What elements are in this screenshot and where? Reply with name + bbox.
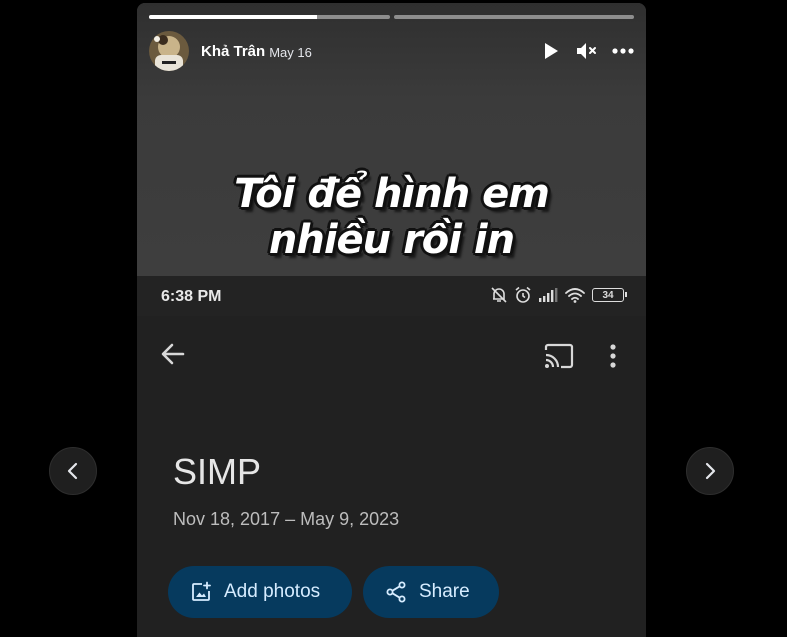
- cell-signal-icon: [539, 288, 558, 302]
- avatar-image: [149, 31, 189, 71]
- back-arrow-icon: [161, 343, 185, 365]
- album-title: SIMP: [173, 451, 262, 492]
- story-controls: [540, 40, 634, 62]
- play-icon: [545, 43, 558, 59]
- back-button[interactable]: [159, 340, 187, 368]
- play-button[interactable]: [540, 40, 562, 62]
- share-icon: [386, 581, 406, 603]
- story-card[interactable]: Khả Trân May 16 Tôi để hình em nhiều rồi…: [137, 3, 646, 637]
- mute-button[interactable]: [576, 40, 598, 62]
- cast-icon: [544, 343, 574, 369]
- phone-screenshot: 6:38 PM 34 SIMP Nov 18, 2017 – May 9, 20…: [137, 276, 646, 637]
- more-vertical-icon: [610, 344, 616, 368]
- chevron-left-icon: [67, 462, 78, 480]
- post-date: May 16: [269, 44, 312, 60]
- progress-segment: [149, 15, 390, 19]
- album-date-range: Nov 18, 2017 – May 9, 2023: [173, 509, 400, 529]
- battery-indicator: 34: [592, 288, 627, 302]
- status-icons: 34: [490, 286, 627, 304]
- story-progress: [149, 15, 634, 19]
- more-options-button[interactable]: [612, 40, 634, 62]
- share-label: Share: [419, 581, 470, 602]
- add-photos-button[interactable]: Add photos: [168, 566, 352, 618]
- progress-fill: [149, 15, 318, 19]
- share-button[interactable]: Share: [363, 566, 499, 618]
- album-menu-button[interactable]: [603, 342, 623, 370]
- next-story-button[interactable]: [686, 447, 734, 495]
- caption-line: nhiều rồi in: [268, 217, 515, 263]
- previous-story-button[interactable]: [49, 447, 97, 495]
- status-time: 6:38 PM: [161, 288, 222, 305]
- alarm-icon: [515, 286, 531, 303]
- add-photo-icon: [192, 581, 211, 601]
- author-name[interactable]: Khả Trân: [201, 43, 265, 60]
- add-photos-label: Add photos: [224, 581, 321, 602]
- battery-tip: [625, 292, 627, 297]
- avatar[interactable]: [149, 31, 189, 71]
- story-header: Khả Trân May 16: [149, 30, 634, 72]
- muted-speaker-icon: [577, 43, 596, 59]
- notifications-off-icon: [491, 287, 507, 303]
- story-caption: Tôi để hình em nhiều rồi in: [137, 171, 646, 263]
- wifi-icon: [565, 288, 585, 303]
- album-app-bar: [137, 316, 646, 392]
- caption-line: Tôi để hình em: [234, 171, 550, 217]
- more-horizontal-icon: [612, 48, 634, 54]
- battery-level: 34: [602, 289, 614, 301]
- story-viewer: Khả Trân May 16 Tôi để hình em nhiều rồi…: [0, 0, 787, 637]
- phone-status-bar: 6:38 PM 34: [137, 276, 646, 316]
- cast-button[interactable]: [543, 342, 575, 370]
- chevron-right-icon: [705, 462, 716, 480]
- progress-segment: [393, 15, 634, 19]
